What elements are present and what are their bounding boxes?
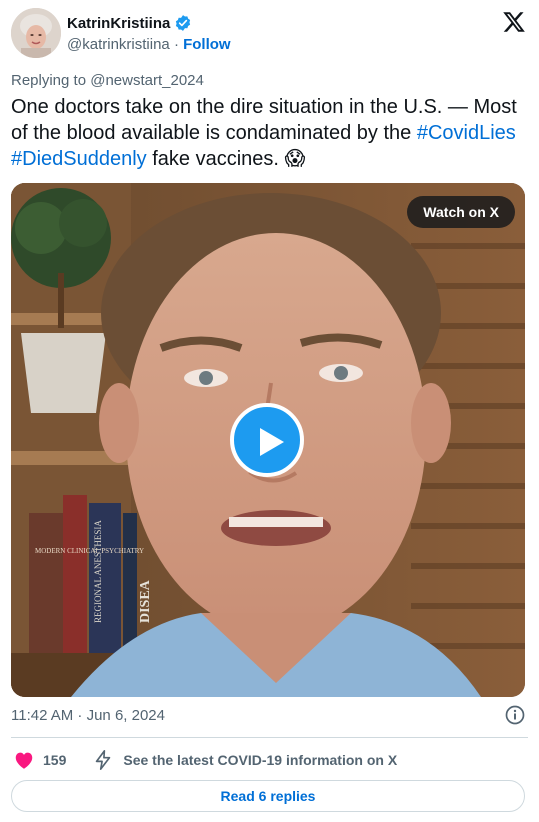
tweet-text: One doctors take on the dire situation i… — [11, 94, 521, 172]
hashtag-covidlies[interactable]: #CovidLies — [417, 122, 516, 144]
display-name[interactable]: KatrinKristiina — [67, 15, 170, 32]
hashtag-diedsuddenly[interactable]: #DiedSuddenly — [11, 148, 147, 170]
timestamp[interactable]: 11:42 AM · Jun 6, 2024 — [11, 707, 165, 724]
watch-on-x-button[interactable]: Watch on X — [407, 196, 515, 228]
handle[interactable]: @katrinkristiina — [67, 36, 170, 53]
handle-row: @katrinkristiina · Follow — [67, 36, 231, 53]
read-replies-button[interactable]: Read 6 replies — [11, 780, 525, 812]
follow-link[interactable]: Follow — [183, 36, 231, 53]
x-logo-icon[interactable] — [502, 10, 526, 34]
book-spine-1: MODERN CLINICAL PSYCHIATRY — [35, 547, 144, 555]
divider — [11, 737, 528, 738]
action-bar: 159 See the latest COVID-19 information … — [11, 746, 528, 774]
play-icon — [260, 428, 284, 456]
covid-info-link[interactable]: See the latest COVID-19 information on X — [123, 752, 397, 768]
verified-badge-icon — [174, 14, 192, 32]
handle-separator: · — [173, 36, 179, 53]
info-icon[interactable] — [505, 705, 525, 725]
scream-emoji: 😱 — [284, 148, 306, 170]
heart-icon[interactable] — [13, 749, 35, 771]
play-button[interactable] — [230, 403, 304, 477]
like-count[interactable]: 159 — [43, 752, 66, 768]
book-spine-3: DISEA — [138, 579, 153, 623]
avatar[interactable] — [11, 8, 61, 58]
book-spine-2: REGIONAL ANESTHESIA — [93, 520, 103, 623]
tweet-header: KatrinKristiina @katrinkristiina · Follo… — [11, 8, 528, 60]
lightning-bolt-icon[interactable] — [92, 749, 114, 771]
video-player[interactable]: MODERN CLINICAL PSYCHIATRY REGIONAL ANES… — [11, 183, 525, 697]
tweet-text-end: fake vaccines. — [146, 148, 285, 170]
replying-to[interactable]: Replying to @newstart_2024 — [11, 72, 204, 89]
